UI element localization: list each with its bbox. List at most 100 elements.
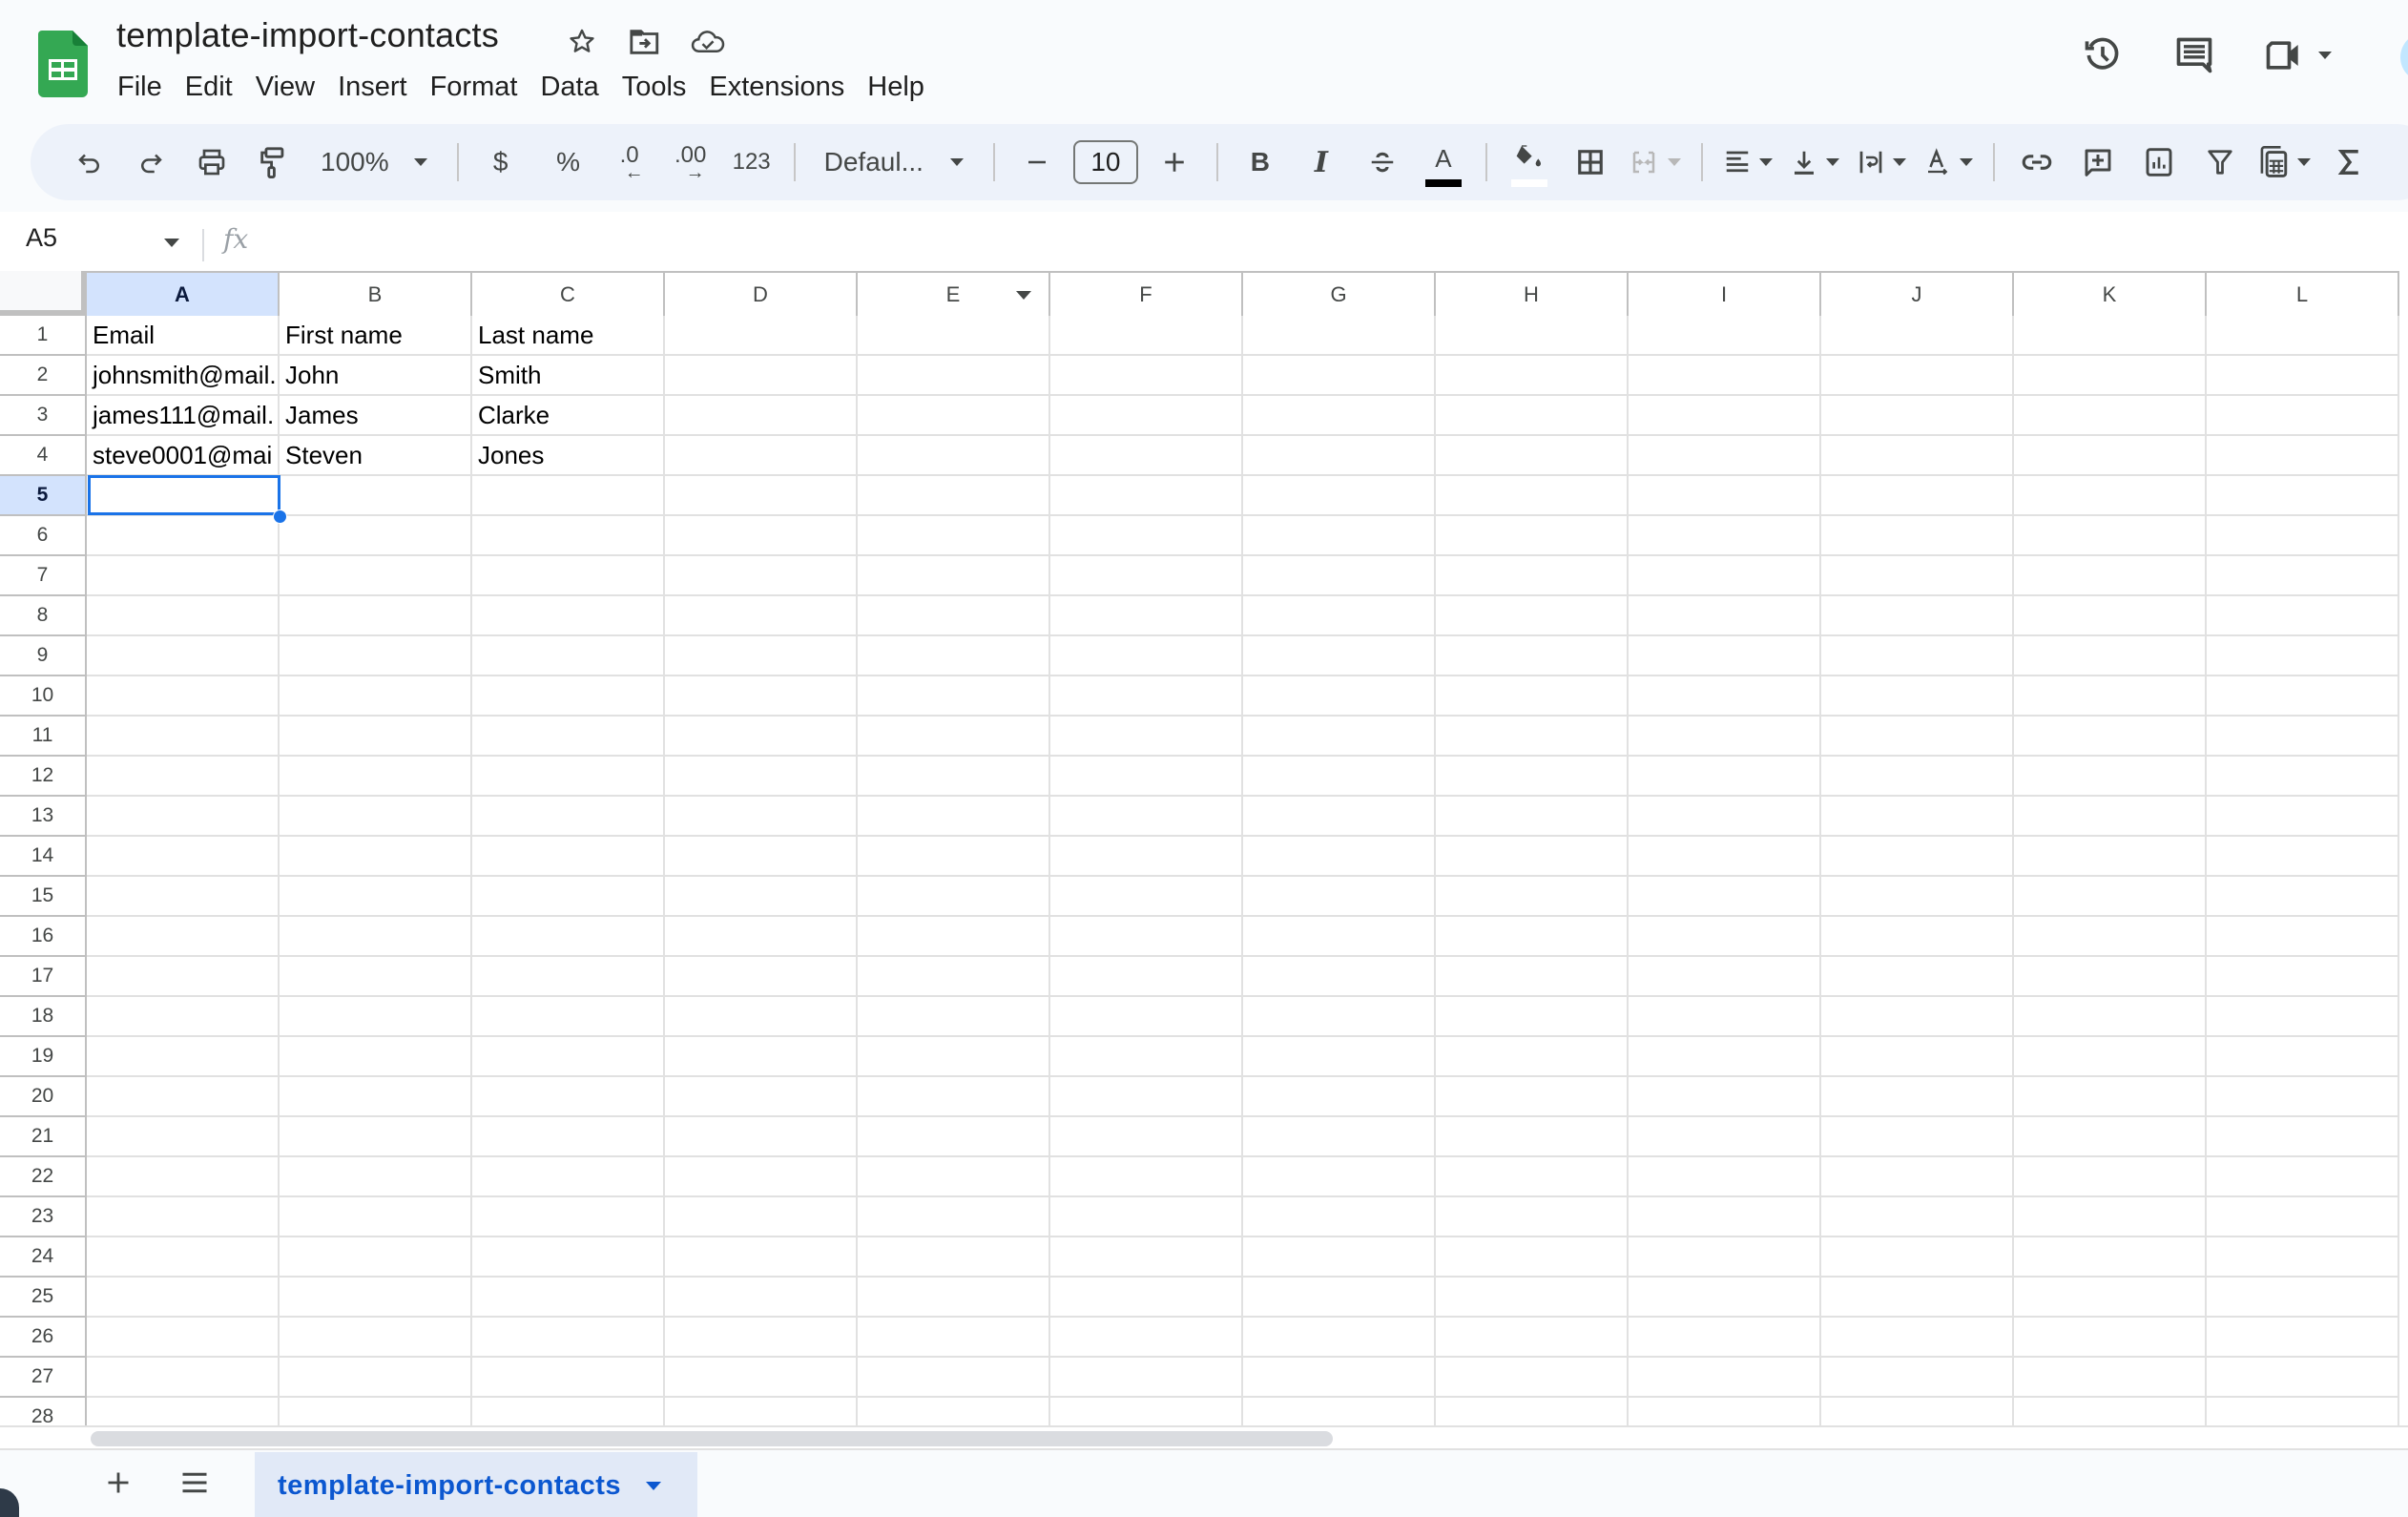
cell-b16[interactable] bbox=[280, 917, 472, 957]
cell-e9[interactable] bbox=[858, 636, 1050, 676]
cell-k21[interactable] bbox=[2014, 1117, 2207, 1157]
row-header[interactable]: 14 bbox=[0, 837, 87, 877]
row-header[interactable]: 9 bbox=[0, 636, 87, 676]
cell-c13[interactable] bbox=[472, 797, 665, 837]
cell-f19[interactable] bbox=[1050, 1037, 1243, 1077]
cell-k18[interactable] bbox=[2014, 997, 2207, 1037]
cell-d28[interactable] bbox=[665, 1398, 858, 1425]
cell-l11[interactable] bbox=[2207, 717, 2399, 757]
cell-g21[interactable] bbox=[1243, 1117, 1436, 1157]
row-header[interactable]: 3 bbox=[0, 396, 87, 436]
column-header-f[interactable]: F bbox=[1050, 273, 1243, 316]
cell-h24[interactable] bbox=[1436, 1237, 1629, 1278]
fill-handle[interactable] bbox=[273, 509, 287, 524]
cell-a20[interactable] bbox=[87, 1077, 280, 1117]
cell-h14[interactable] bbox=[1436, 837, 1629, 877]
cell-e28[interactable] bbox=[858, 1398, 1050, 1425]
cell-j14[interactable] bbox=[1821, 837, 2014, 877]
cell-b6[interactable] bbox=[280, 516, 472, 556]
cell-b24[interactable] bbox=[280, 1237, 472, 1278]
cell-b28[interactable] bbox=[280, 1398, 472, 1425]
column-header-k[interactable]: K bbox=[2014, 273, 2207, 316]
cell-g5[interactable] bbox=[1243, 476, 1436, 516]
cell-g18[interactable] bbox=[1243, 997, 1436, 1037]
cell-i4[interactable] bbox=[1629, 436, 1821, 476]
cell-l25[interactable] bbox=[2207, 1278, 2399, 1318]
column-header-d[interactable]: D bbox=[665, 273, 858, 316]
name-box[interactable]: A5 bbox=[26, 223, 57, 253]
cell-j18[interactable] bbox=[1821, 997, 2014, 1037]
cell-b1[interactable]: First name bbox=[280, 316, 472, 356]
cell-k9[interactable] bbox=[2014, 636, 2207, 676]
cell-d4[interactable] bbox=[665, 436, 858, 476]
cell-g27[interactable] bbox=[1243, 1358, 1436, 1398]
cell-f8[interactable] bbox=[1050, 596, 1243, 636]
cell-b11[interactable] bbox=[280, 717, 472, 757]
cell-j17[interactable] bbox=[1821, 957, 2014, 997]
cell-h22[interactable] bbox=[1436, 1157, 1629, 1197]
insert-link-icon[interactable] bbox=[2015, 135, 2059, 189]
cell-g8[interactable] bbox=[1243, 596, 1436, 636]
cell-f16[interactable] bbox=[1050, 917, 1243, 957]
cell-i21[interactable] bbox=[1629, 1117, 1821, 1157]
cell-b21[interactable] bbox=[280, 1117, 472, 1157]
cell-d12[interactable] bbox=[665, 757, 858, 797]
cell-i22[interactable] bbox=[1629, 1157, 1821, 1197]
cell-l4[interactable] bbox=[2207, 436, 2399, 476]
cell-c25[interactable] bbox=[472, 1278, 665, 1318]
cell-g20[interactable] bbox=[1243, 1077, 1436, 1117]
sheet-tab[interactable]: template-import-contacts bbox=[255, 1452, 697, 1517]
cell-j5[interactable] bbox=[1821, 476, 2014, 516]
menu-insert[interactable]: Insert bbox=[326, 67, 419, 107]
cell-a8[interactable] bbox=[87, 596, 280, 636]
cell-d11[interactable] bbox=[665, 717, 858, 757]
functions-icon[interactable] bbox=[2328, 135, 2372, 189]
borders-icon[interactable] bbox=[1568, 135, 1612, 189]
cell-i2[interactable] bbox=[1629, 356, 1821, 396]
row-header[interactable]: 17 bbox=[0, 957, 87, 997]
cell-a23[interactable] bbox=[87, 1197, 280, 1237]
horizontal-scrollbar-thumb[interactable] bbox=[91, 1431, 1333, 1446]
print-icon[interactable] bbox=[190, 135, 234, 189]
cell-l13[interactable] bbox=[2207, 797, 2399, 837]
cell-e21[interactable] bbox=[858, 1117, 1050, 1157]
cell-e5[interactable] bbox=[858, 476, 1050, 516]
cell-j19[interactable] bbox=[1821, 1037, 2014, 1077]
cell-j6[interactable] bbox=[1821, 516, 2014, 556]
cell-f1[interactable] bbox=[1050, 316, 1243, 356]
cell-d14[interactable] bbox=[665, 837, 858, 877]
format-currency-button[interactable]: $ bbox=[479, 135, 523, 189]
cell-f21[interactable] bbox=[1050, 1117, 1243, 1157]
cell-c14[interactable] bbox=[472, 837, 665, 877]
cell-l27[interactable] bbox=[2207, 1358, 2399, 1398]
cell-h17[interactable] bbox=[1436, 957, 1629, 997]
cell-d22[interactable] bbox=[665, 1157, 858, 1197]
cell-b12[interactable] bbox=[280, 757, 472, 797]
cell-f13[interactable] bbox=[1050, 797, 1243, 837]
cell-f12[interactable] bbox=[1050, 757, 1243, 797]
cell-a11[interactable] bbox=[87, 717, 280, 757]
cell-f14[interactable] bbox=[1050, 837, 1243, 877]
cell-e16[interactable] bbox=[858, 917, 1050, 957]
cell-g15[interactable] bbox=[1243, 877, 1436, 917]
cell-j2[interactable] bbox=[1821, 356, 2014, 396]
cell-k3[interactable] bbox=[2014, 396, 2207, 436]
cell-d6[interactable] bbox=[665, 516, 858, 556]
horizontal-scrollbar[interactable] bbox=[0, 1425, 2408, 1448]
menu-help[interactable]: Help bbox=[856, 67, 936, 107]
cell-l17[interactable] bbox=[2207, 957, 2399, 997]
italic-button[interactable]: I bbox=[1299, 135, 1343, 189]
cell-j9[interactable] bbox=[1821, 636, 2014, 676]
cell-g14[interactable] bbox=[1243, 837, 1436, 877]
cell-h1[interactable] bbox=[1436, 316, 1629, 356]
cell-e7[interactable] bbox=[858, 556, 1050, 596]
cell-f24[interactable] bbox=[1050, 1237, 1243, 1278]
filter-icon[interactable] bbox=[2198, 135, 2242, 189]
cell-d27[interactable] bbox=[665, 1358, 858, 1398]
cell-i8[interactable] bbox=[1629, 596, 1821, 636]
cell-a7[interactable] bbox=[87, 556, 280, 596]
cell-h23[interactable] bbox=[1436, 1197, 1629, 1237]
cell-k26[interactable] bbox=[2014, 1318, 2207, 1358]
cell-k1[interactable] bbox=[2014, 316, 2207, 356]
undo-icon[interactable] bbox=[68, 135, 112, 189]
